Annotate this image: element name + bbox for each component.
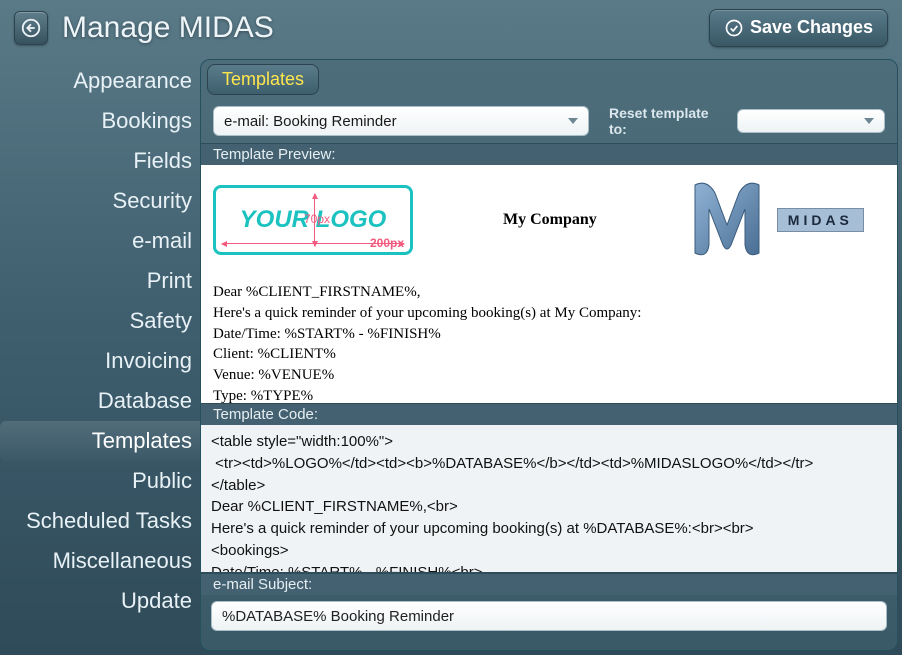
- check-circle-icon: [724, 18, 744, 38]
- sidebar-item-label: Security: [113, 188, 192, 214]
- sidebar-item-label: Safety: [130, 308, 192, 334]
- sidebar-item-update[interactable]: Update: [0, 581, 200, 621]
- sidebar-item-label: Database: [98, 388, 192, 414]
- arrow-left-circle-icon: [20, 17, 42, 39]
- sidebar-item-scheduled-tasks[interactable]: Scheduled Tasks: [0, 501, 200, 541]
- sidebar-item-appearance[interactable]: Appearance: [0, 61, 200, 101]
- email-subject-value: %DATABASE% Booking Reminder: [222, 608, 454, 625]
- midas-badge: MIDAS: [777, 208, 864, 232]
- tab-label: Templates: [222, 69, 304, 89]
- sidebar-item-label: Invoicing: [105, 348, 192, 374]
- template-preview: YOUR LOGO 70px 200px My Company: [201, 165, 897, 403]
- sidebar-item-database[interactable]: Database: [0, 381, 200, 421]
- preview-line: Dear %CLIENT_FIRSTNAME%,: [213, 283, 885, 302]
- sidebar-item-label: Appearance: [73, 68, 192, 94]
- reset-template-select[interactable]: [737, 109, 885, 133]
- reset-template-label: Reset template to:: [609, 105, 729, 137]
- sidebar-item-label: Bookings: [101, 108, 192, 134]
- sidebar-item-public[interactable]: Public: [0, 461, 200, 501]
- sidebar-item-print[interactable]: Print: [0, 261, 200, 301]
- sidebar-item-label: Miscellaneous: [53, 548, 192, 574]
- sidebar-item-bookings[interactable]: Bookings: [0, 101, 200, 141]
- midas-logo: MIDAS: [687, 175, 864, 265]
- sidebar-item-label: e-mail: [132, 228, 192, 254]
- midas-m-icon: [687, 175, 767, 265]
- sidebar-item-security[interactable]: Security: [0, 181, 200, 221]
- sidebar-item-label: Templates: [92, 428, 192, 454]
- email-subject-label: e-mail Subject:: [201, 573, 897, 595]
- sidebar-item-templates[interactable]: Templates: [0, 421, 200, 461]
- preview-line: Venue: %VENUE%: [213, 366, 885, 385]
- template-preview-label: Template Preview:: [201, 143, 897, 165]
- save-changes-button[interactable]: Save Changes: [709, 9, 888, 47]
- template-code-editor[interactable]: <table style="width:100%"> <tr><td>%LOGO…: [201, 425, 897, 573]
- sidebar-item-invoicing[interactable]: Invoicing: [0, 341, 200, 381]
- preview-line: Date/Time: %START% - %FINISH%: [213, 325, 885, 344]
- header: Manage MIDAS Save Changes: [0, 0, 902, 55]
- sidebar-item-label: Print: [147, 268, 192, 294]
- sidebar-item-label: Scheduled Tasks: [26, 508, 192, 534]
- save-changes-label: Save Changes: [750, 17, 873, 38]
- sidebar-item-label: Public: [132, 468, 192, 494]
- preview-body: Dear %CLIENT_FIRSTNAME%, Here's a quick …: [213, 283, 885, 403]
- main-panel: Templates e-mail: Booking Reminder Reset…: [200, 59, 898, 651]
- back-button[interactable]: [14, 11, 48, 45]
- company-name: My Company: [503, 211, 597, 229]
- preview-line: Client: %CLIENT%: [213, 345, 885, 364]
- sidebar-item-email[interactable]: e-mail: [0, 221, 200, 261]
- sidebar-item-label: Update: [121, 588, 192, 614]
- page-title: Manage MIDAS: [62, 11, 274, 45]
- email-subject-input[interactable]: %DATABASE% Booking Reminder: [211, 601, 887, 631]
- template-select-value: e-mail: Booking Reminder: [224, 113, 397, 130]
- settings-sidebar: Appearance Bookings Fields Security e-ma…: [0, 55, 200, 655]
- sidebar-item-fields[interactable]: Fields: [0, 141, 200, 181]
- your-logo-text: YOUR LOGO: [240, 206, 387, 234]
- sidebar-item-label: Fields: [133, 148, 192, 174]
- template-code-label: Template Code:: [201, 403, 897, 425]
- tab-templates[interactable]: Templates: [207, 64, 319, 95]
- preview-line: Type: %TYPE%: [213, 387, 885, 403]
- template-select[interactable]: e-mail: Booking Reminder: [213, 106, 589, 136]
- your-logo-placeholder: YOUR LOGO 70px 200px: [213, 185, 413, 255]
- sidebar-item-safety[interactable]: Safety: [0, 301, 200, 341]
- sidebar-item-miscellaneous[interactable]: Miscellaneous: [0, 541, 200, 581]
- preview-line: Here's a quick reminder of your upcoming…: [213, 304, 885, 323]
